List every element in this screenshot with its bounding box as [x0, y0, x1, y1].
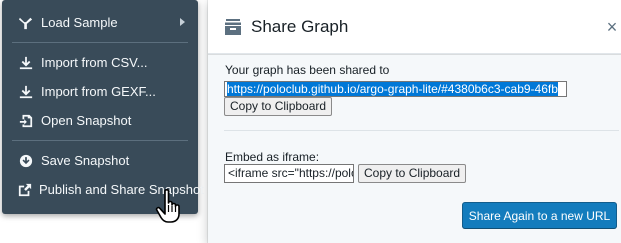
copy-url-button[interactable]: Copy to Clipboard [224, 97, 333, 116]
import-icon [18, 55, 34, 71]
menu-item-import-csv[interactable]: Import from CSV... [2, 48, 198, 77]
hand-pointer-icon [155, 189, 180, 223]
graph-icon [18, 15, 34, 31]
file-menu: Load Sample Import from CSV... Import fr… [2, 0, 204, 214]
share-url-text: https://poloclub.github.io/argo-graph-li… [227, 82, 558, 96]
share-graph-dialog: Share Graph × Your graph has been shared… [208, 0, 621, 243]
share-url-field[interactable]: https://poloclub.github.io/argo-graph-li… [224, 81, 567, 97]
menu-item-label: Import from CSV... [41, 55, 148, 70]
archive-icon [225, 18, 241, 35]
embed-label: Embed as iframe: [225, 150, 320, 164]
dialog-header: Share Graph × [208, 0, 621, 54]
menu-item-label: Open Snapshot [41, 113, 132, 128]
menu-item-open-snapshot[interactable]: Open Snapshot [2, 106, 198, 135]
menu-item-label: Load Sample [41, 15, 118, 30]
copy-iframe-button[interactable]: Copy to Clipboard [358, 164, 467, 183]
menu-item-save-snapshot[interactable]: Save Snapshot [2, 146, 198, 175]
shared-to-label: Your graph has been shared to [225, 63, 390, 77]
menu-divider [12, 140, 188, 141]
share-again-button[interactable]: Share Again to a new URL [462, 202, 617, 229]
menu-item-label: Import from GEXF... [41, 84, 156, 99]
dialog-title: Share Graph [251, 16, 349, 36]
import-icon [18, 84, 34, 100]
close-icon[interactable]: × [605, 17, 619, 38]
share-icon [18, 182, 32, 198]
download-icon [18, 153, 34, 169]
app-stage: Load Sample Import from CSV... Import fr… [0, 0, 621, 243]
menu-item-label: Save Snapshot [41, 153, 130, 168]
document-open-icon [18, 113, 34, 129]
caret-right-icon [180, 18, 185, 26]
menu-divider [12, 42, 188, 43]
menu-item-import-gexf[interactable]: Import from GEXF... [2, 77, 198, 106]
iframe-code-field[interactable]: <iframe src="https://poloclub.github.io/… [224, 164, 354, 183]
section-divider [224, 130, 619, 131]
menu-item-load-sample[interactable]: Load Sample [2, 8, 198, 37]
